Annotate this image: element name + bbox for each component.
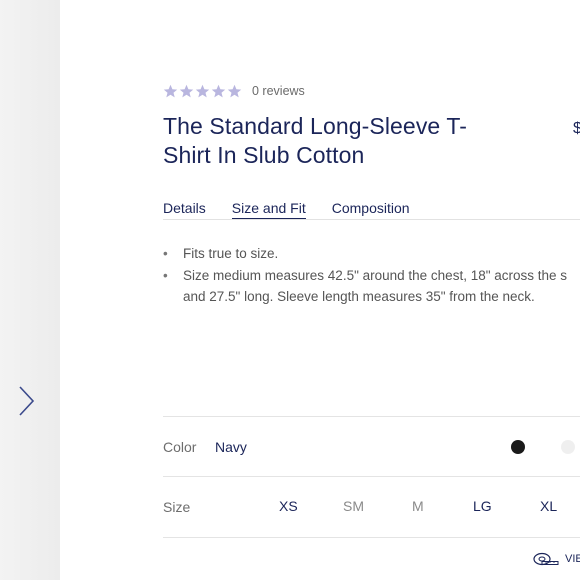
size-option-lg[interactable]: LG bbox=[473, 498, 492, 514]
bullet-dot: • bbox=[163, 267, 168, 283]
size-label: Size bbox=[163, 499, 191, 515]
divider bbox=[163, 476, 580, 477]
chevron-right-icon[interactable] bbox=[14, 384, 38, 418]
divider bbox=[163, 416, 580, 417]
star-icon bbox=[179, 84, 194, 97]
tab-size-and-fit[interactable]: Size and Fit bbox=[231, 200, 306, 219]
list-item: • Size medium measures 42.5" around the … bbox=[163, 265, 580, 308]
color-swatch-white[interactable] bbox=[561, 440, 575, 454]
star-icon bbox=[227, 84, 242, 97]
product-image-gallery bbox=[0, 0, 60, 580]
bullet-dot: • bbox=[163, 246, 168, 261]
list-item-text: Size medium measures 42.5" around the ch… bbox=[183, 267, 568, 283]
size-option-sm[interactable]: SM bbox=[343, 498, 364, 514]
size-guide-link[interactable]: VIE bbox=[533, 552, 580, 566]
size-option-m[interactable]: M bbox=[412, 498, 424, 514]
star-icon bbox=[211, 84, 226, 97]
review-count[interactable]: 0 reviews bbox=[252, 84, 305, 98]
selected-color-value: Navy bbox=[215, 439, 247, 455]
size-option-xl[interactable]: XL bbox=[540, 498, 557, 514]
product-title-line2: Shirt In Slub Cotton bbox=[163, 142, 365, 168]
product-tabs: Details Size and Fit Composition bbox=[163, 200, 580, 220]
divider bbox=[163, 537, 580, 538]
product-title-line1: The Standard Long-Sleeve T- bbox=[163, 113, 468, 139]
product-info-panel: 0 reviews The Standard Long-Sleeve T- Sh… bbox=[163, 0, 580, 580]
price: $ bbox=[573, 120, 580, 137]
product-title: The Standard Long-Sleeve T- Shirt In Slu… bbox=[163, 112, 523, 170]
color-label: Color bbox=[163, 439, 197, 455]
rating-summary[interactable]: 0 reviews bbox=[163, 82, 305, 100]
color-swatch-black[interactable] bbox=[511, 440, 525, 454]
star-rating bbox=[163, 84, 242, 99]
tab-details[interactable]: Details bbox=[163, 200, 206, 219]
list-item-text-continued: and 27.5" long. Sleeve length measures 3… bbox=[183, 289, 535, 304]
star-icon bbox=[163, 84, 178, 97]
size-option-xs[interactable]: XS bbox=[279, 498, 298, 514]
size-fit-list: • Fits true to size. • Size medium measu… bbox=[163, 243, 580, 308]
tab-composition[interactable]: Composition bbox=[332, 200, 410, 219]
list-item-text: Fits true to size. bbox=[183, 246, 279, 261]
measuring-tape-icon bbox=[533, 552, 559, 566]
list-item: • Fits true to size. bbox=[163, 243, 580, 265]
size-guide-link-text[interactable]: VIE bbox=[565, 553, 580, 565]
star-icon bbox=[195, 84, 210, 97]
